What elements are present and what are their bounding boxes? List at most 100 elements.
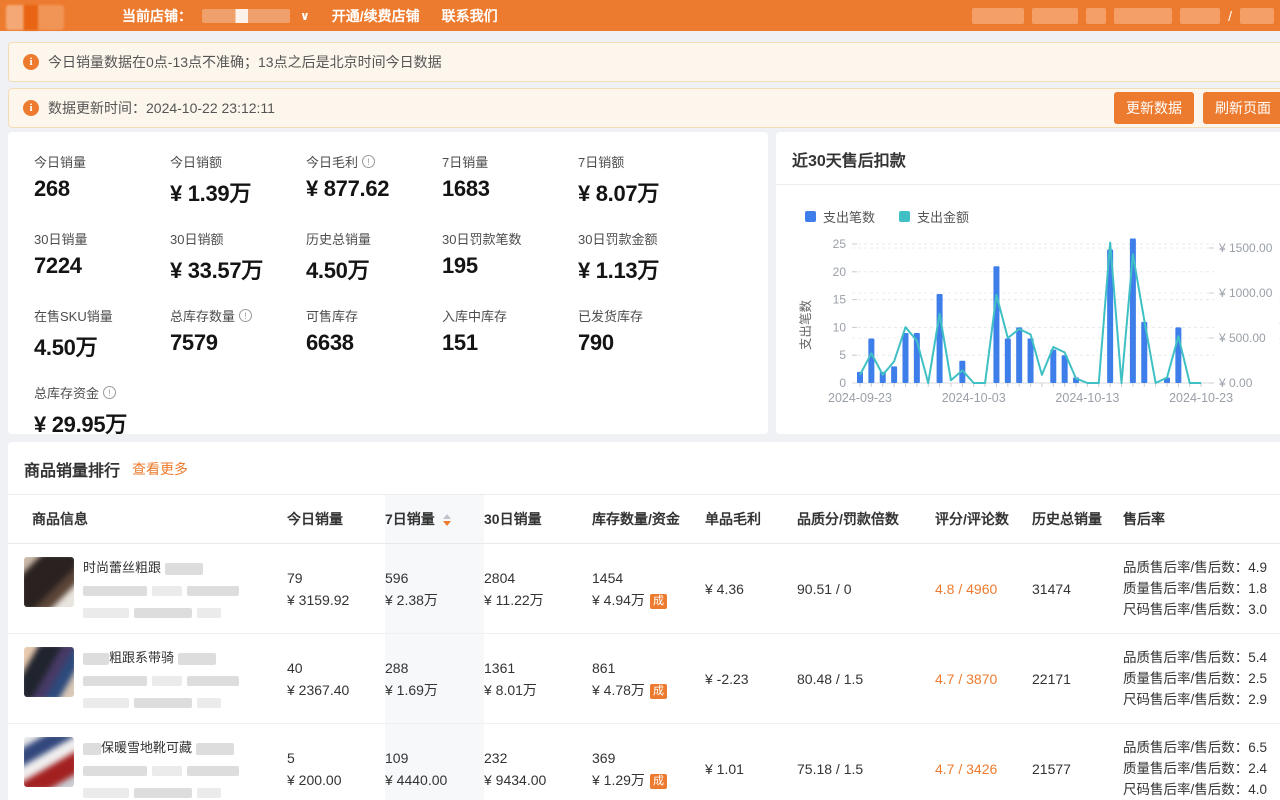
d30-cell: 232¥ 9434.00 <box>484 724 592 800</box>
stat-label-text: 30日罚款笔数 <box>442 229 521 248</box>
unit-profit: ¥ -2.23 <box>705 671 749 687</box>
stock-cell: 1454¥ 4.94万成 <box>592 544 705 634</box>
stat-label: 7日销量 <box>442 152 578 171</box>
today-amount-value: ¥ 200.00 <box>287 772 342 788</box>
stat-item-8: 30日罚款笔数195 <box>442 229 578 285</box>
today-qty: 5 <box>287 747 377 769</box>
d7-amount: ¥ 2.38万 <box>385 589 476 611</box>
rating-reviews: 4.8 / 4960 <box>935 581 997 597</box>
contact-us-link[interactable]: 联系我们 <box>442 6 498 26</box>
stock-amount-value: ¥ 4.78万 <box>592 682 645 698</box>
stat-label-text: 已发货库存 <box>578 306 643 325</box>
unit-profit: ¥ 4.36 <box>705 581 744 597</box>
app-logo <box>6 5 64 30</box>
product-title: 时尚蕾丝粗跟 <box>83 559 244 576</box>
stat-item-15: 总库存资金!¥ 29.95万 <box>34 383 170 439</box>
rating-cell: 4.7 / 3870 <box>935 634 1032 724</box>
topbar-user-area[interactable]: / <box>972 0 1280 31</box>
quality-score-cell: 90.51 / 0 <box>797 544 935 634</box>
user-menu-redacted-2 <box>1032 8 1078 24</box>
stat-label: 30日罚款笔数 <box>442 229 578 248</box>
column-header-5: 单品毛利 <box>705 495 797 544</box>
info-icon[interactable]: ! <box>103 386 116 399</box>
stat-label: 在售SKU销量 <box>34 306 170 325</box>
table-row-2[interactable]: 保暖雪地靴可藏5¥ 200.00109¥ 4440.00232¥ 9434.00… <box>8 724 1280 800</box>
sort-icons[interactable] <box>443 514 451 526</box>
svg-text:¥ 1500.00: ¥ 1500.00 <box>1218 241 1273 255</box>
d7-qty: 288 <box>385 657 476 679</box>
legend-item-count[interactable]: 支出笔数 <box>805 207 875 226</box>
quality-score: 75.18 / 1.5 <box>797 761 863 777</box>
stat-item-13: 入库中库存151 <box>442 306 578 362</box>
product-image <box>24 647 74 697</box>
stat-label: 入库中库存 <box>442 306 578 325</box>
after-sales-cell: 品质售后率/售后数：4.9质量售后率/售后数：1.8尺码售后率/售后数：3.0 <box>1123 544 1280 634</box>
product-info-cell: 时尚蕾丝粗跟 <box>8 544 287 634</box>
column-header-7: 评分/评论数 <box>935 495 1032 544</box>
today-cell: 40¥ 2367.40 <box>287 634 385 724</box>
d7-amount-value: ¥ 1.69万 <box>385 682 438 698</box>
after-sales-cell: 品质售后率/售后数：6.5质量售后率/售后数：2.4尺码售后率/售后数：4.0 <box>1123 724 1280 800</box>
stat-label-text: 30日罚款金额 <box>578 229 657 248</box>
column-header-8: 历史总销量 <box>1032 495 1123 544</box>
sort-desc-icon[interactable] <box>443 521 451 526</box>
today-cell: 79¥ 3159.92 <box>287 544 385 634</box>
legend-label: 支出笔数 <box>823 207 875 226</box>
stat-item-6: 30日销额¥ 33.57万 <box>170 229 306 285</box>
after-sales-line-1: 质量售后率/售后数：1.8 <box>1123 578 1280 599</box>
column-header-label: 品质分/罚款倍数 <box>797 511 899 527</box>
stat-label-text: 7日销量 <box>442 152 488 171</box>
product-subtitle-redacted <box>83 762 244 778</box>
stat-item-14: 已发货库存790 <box>578 306 714 362</box>
stat-label: 今日销量 <box>34 152 170 171</box>
stat-item-4: 7日销额¥ 8.07万 <box>578 152 714 208</box>
stat-value: ¥ 1.13万 <box>578 253 714 285</box>
product-sku-redacted <box>83 604 244 620</box>
stat-item-7: 历史总销量4.50万 <box>306 229 442 285</box>
legend-item-amount[interactable]: 支出金额 <box>899 207 969 226</box>
info-icon[interactable]: ! <box>362 155 375 168</box>
table-row-1[interactable]: 粗跟系带骑40¥ 2367.40288¥ 1.69万1361¥ 8.01万861… <box>8 634 1280 724</box>
svg-text:0: 0 <box>839 376 846 390</box>
stat-value: 7579 <box>170 330 306 356</box>
stat-label-text: 历史总销量 <box>306 229 371 248</box>
table-row-0[interactable]: 时尚蕾丝粗跟79¥ 3159.92596¥ 2.38万2804¥ 11.22万1… <box>8 544 1280 634</box>
d7-amount-value: ¥ 2.38万 <box>385 592 438 608</box>
stat-label-text: 总库存数量 <box>170 306 235 325</box>
stat-label: 30日罚款金额 <box>578 229 714 248</box>
legend-swatch-blue <box>805 211 816 222</box>
after-sales-line-2: 尺码售后率/售后数：2.9 <box>1123 689 1280 710</box>
see-more-link[interactable]: 查看更多 <box>132 459 188 479</box>
product-title-text: 保暖雪地靴可藏 <box>101 740 192 755</box>
column-header-label: 今日销量 <box>287 511 343 527</box>
history-total: 22171 <box>1032 671 1071 687</box>
cheng-badge: 成 <box>650 774 667 789</box>
product-subtitle-redacted <box>83 582 244 598</box>
after-sales-line-0: 品质售后率/售后数：6.5 <box>1123 737 1280 758</box>
history-total-cell: 31474 <box>1032 544 1123 634</box>
today-qty: 40 <box>287 657 377 679</box>
table-title: 商品销量排行 <box>24 457 120 481</box>
shop-name-redacted <box>202 9 290 23</box>
refresh-page-button[interactable]: 刷新页面 <box>1203 92 1280 124</box>
column-header-2[interactable]: 7日销量 <box>385 495 484 544</box>
info-icon[interactable]: ! <box>239 309 252 322</box>
update-data-button[interactable]: 更新数据 <box>1114 92 1194 124</box>
shop-switch-caret-icon[interactable]: ∨ <box>300 9 310 23</box>
svg-text:2024-10-03: 2024-10-03 <box>942 391 1006 405</box>
sort-asc-icon[interactable] <box>443 514 451 519</box>
svg-text:15: 15 <box>833 293 847 307</box>
update-time-value: 2024-10-22 23:12:11 <box>146 100 275 116</box>
d30-qty: 1361 <box>484 657 584 679</box>
stat-item-2: 今日毛利!¥ 877.62 <box>306 152 442 208</box>
today-amount: ¥ 3159.92 <box>287 589 377 611</box>
column-header-label: 30日销量 <box>484 511 542 527</box>
product-subtitle-redacted <box>83 672 244 688</box>
product-ranking-table: 商品信息今日销量7日销量30日销量库存数量/资金单品毛利品质分/罚款倍数评分/评… <box>8 495 1280 800</box>
stat-label: 已发货库存 <box>578 306 714 325</box>
svg-text:20: 20 <box>833 265 847 279</box>
history-total: 21577 <box>1032 761 1071 777</box>
history-total-cell: 21577 <box>1032 724 1123 800</box>
stat-value: 4.50万 <box>34 330 170 362</box>
renew-shop-link[interactable]: 开通/续费店铺 <box>332 6 420 26</box>
